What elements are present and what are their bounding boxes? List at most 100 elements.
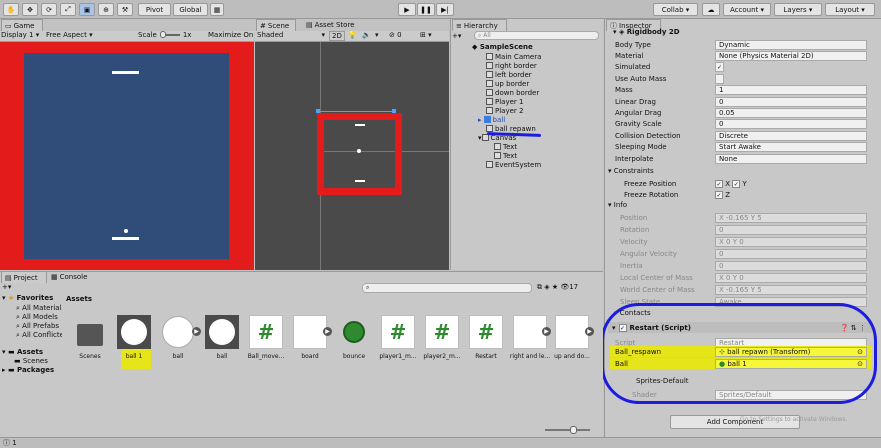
info-foldout[interactable]: ▾ Info <box>608 201 627 209</box>
fav-all-conflicted[interactable]: ⌕ All Conflicted <box>16 331 62 340</box>
project-search-input[interactable]: ⌕ <box>362 283 532 293</box>
snap-button[interactable]: ▦ <box>210 3 224 16</box>
favorites-node[interactable]: ▾ ★ Favorites <box>2 294 53 302</box>
field-value[interactable]: ✓ <box>715 62 724 73</box>
hierarchy-item-player-2[interactable]: Player 2 <box>450 106 602 115</box>
asset-ball-prefab[interactable]: ball <box>158 315 198 360</box>
shading-dropdown[interactable]: Shaded ▾ <box>257 31 325 39</box>
cloud-button[interactable]: ☁ <box>702 3 720 16</box>
layers-dropdown[interactable]: Layers ▾ <box>774 3 822 16</box>
tab-project[interactable]: ▤ Project <box>1 271 47 283</box>
prefab-expand-icon[interactable]: ▶ <box>192 327 201 336</box>
tab-scene[interactable]: # Scene <box>256 19 296 31</box>
audio-toggle-icon[interactable]: 🔈 <box>362 31 371 39</box>
project-create-button[interactable]: +▾ <box>2 283 11 291</box>
fav-all-prefabs[interactable]: ⌕ All Prefabs <box>16 322 62 331</box>
asset-player1-script[interactable]: # player1_m... <box>378 315 418 360</box>
up-down-expand-icon[interactable]: ▶ <box>585 327 594 336</box>
field-value[interactable]: Dynamic <box>715 39 867 50</box>
asset-right-and-left[interactable]: right and le... <box>510 315 550 360</box>
hierarchy-create-button[interactable]: +▾ <box>452 32 461 40</box>
asset-player2-script[interactable]: # player2_m... <box>422 315 462 360</box>
asset-ball-1[interactable]: ball 1 <box>114 315 154 360</box>
asset-bounce[interactable]: bounce <box>334 315 374 360</box>
account-dropdown[interactable]: Account ▾ <box>723 3 771 16</box>
asset-scenes-folder[interactable]: Scenes <box>70 315 110 360</box>
hand-tool-button[interactable]: ✋ <box>3 3 19 16</box>
move-tool-button[interactable]: ✥ <box>22 3 38 16</box>
constraints-foldout[interactable]: ▾ Constraints <box>608 167 654 175</box>
project-filter-icons[interactable]: ⧉ ◈ ★ 👁17 <box>537 283 578 292</box>
global-toggle[interactable]: Global <box>173 3 208 16</box>
asset-ball-movement-script[interactable]: # Ball_move... <box>246 315 286 360</box>
field-value[interactable]: 0 <box>715 119 867 130</box>
hierarchy-item-main-camera[interactable]: Main Camera <box>450 52 602 61</box>
lighting-toggle-icon[interactable]: 💡 <box>348 31 357 39</box>
game-viewport[interactable] <box>0 42 254 270</box>
hierarchy-item-ball[interactable]: ▸ ball <box>450 115 602 124</box>
scale-slider-thumb[interactable] <box>159 31 166 38</box>
hierarchy-item-left-border[interactable]: left border <box>450 70 602 79</box>
hierarchy-item-right-border[interactable]: right border <box>450 61 602 70</box>
fav-all-models[interactable]: ⌕ All Models <box>16 313 62 322</box>
hierarchy-item-text-1[interactable]: Text <box>450 142 602 151</box>
pause-button[interactable]: ❚❚ <box>417 3 435 16</box>
tab-console[interactable]: ▦ Console <box>48 271 94 283</box>
scale-slider-track[interactable] <box>159 31 180 38</box>
field-value[interactable]: None (Physics Material 2D) <box>715 50 867 61</box>
freeze-y-checkbox[interactable]: ✓ <box>732 179 741 188</box>
tab-asset-store[interactable]: ▤ Asset Store <box>303 19 363 31</box>
hierarchy-item-text-2[interactable]: Text <box>450 151 602 160</box>
hierarchy-item-event-system[interactable]: EventSystem <box>450 160 602 169</box>
asset-up-and-down[interactable]: up and do... <box>552 315 592 360</box>
hierarchy-item-up-border[interactable]: up border <box>450 79 602 88</box>
field-value[interactable]: 0.05 <box>715 107 867 118</box>
transform-tool-button[interactable]: ⊕ <box>98 3 114 16</box>
freeze-x-checkbox[interactable]: ✓ <box>715 179 723 188</box>
hierarchy-item-player-1[interactable]: Player 1 <box>450 97 602 106</box>
tab-hierarchy[interactable]: ≡ Hierarchy <box>452 19 507 31</box>
field-value[interactable]: None <box>715 153 867 164</box>
effects-dropdown[interactable]: ▾ <box>375 31 379 39</box>
field-value[interactable] <box>715 73 724 84</box>
hidden-layers-count[interactable]: ⊘ 0 <box>389 31 402 39</box>
hierarchy-item-scene[interactable]: ◆ SampleScene <box>450 42 602 51</box>
hierarchy-item-down-border[interactable]: down border <box>450 88 602 97</box>
layout-dropdown[interactable]: Layout ▾ <box>825 3 875 16</box>
slider-thumb[interactable] <box>570 426 577 434</box>
asset-restart-script[interactable]: # Restart <box>466 315 506 360</box>
packages-node[interactable]: ▸ ▬ Packages <box>2 366 54 374</box>
2d-toggle[interactable]: 2D <box>329 31 345 41</box>
scale-slider[interactable]: Scale 1x <box>138 31 191 39</box>
play-button[interactable]: ▶ <box>398 3 416 16</box>
field-value[interactable]: 1 <box>715 85 867 96</box>
board-expand-icon[interactable]: ▶ <box>323 327 332 336</box>
step-button[interactable]: ▶| <box>436 3 454 16</box>
freeze-z-checkbox[interactable]: ✓ <box>715 190 723 199</box>
aspect-dropdown[interactable]: Free Aspect ▾ <box>46 31 93 39</box>
field-value[interactable]: Discrete <box>715 130 867 141</box>
assets-node[interactable]: ▾ ▬ Assets <box>2 348 43 356</box>
asset-ball-sprite[interactable]: ball <box>202 315 242 360</box>
display-dropdown[interactable]: Display 1 ▾ <box>1 31 39 41</box>
hierarchy-search-input[interactable]: ⌕ All <box>474 31 599 40</box>
field-value[interactable]: Start Awake <box>715 142 867 153</box>
maximize-toggle[interactable]: Maximize On Pl <box>208 31 254 39</box>
fav-all-materials[interactable]: ⌕ All Materials <box>16 304 62 313</box>
rotate-tool-button[interactable]: ⟳ <box>41 3 57 16</box>
hierarchy-item-ball-repawn[interactable]: ball repawn <box>450 124 602 133</box>
pivot-toggle[interactable]: Pivot <box>138 3 171 16</box>
field-value[interactable]: 0 <box>715 96 867 107</box>
gizmo-grid-icon[interactable]: ⊞ ▾ <box>420 31 432 39</box>
scenes-node[interactable]: ▬ Scenes <box>14 357 48 365</box>
thumbnail-size-slider[interactable] <box>545 426 590 434</box>
right-left-expand-icon[interactable]: ▶ <box>542 327 551 336</box>
custom-tool-button[interactable]: ⚒ <box>117 3 133 16</box>
collab-dropdown[interactable]: Collab ▾ <box>653 3 698 16</box>
scale-tool-button[interactable]: ⤢ <box>60 3 76 16</box>
scene-viewport[interactable] <box>255 42 449 270</box>
rect-tool-button[interactable]: ▣ <box>79 3 95 16</box>
tab-game[interactable]: ▭ Game <box>1 19 43 31</box>
rigidbody-header[interactable]: ▾ ◈ Rigidbody 2D <box>607 28 872 37</box>
asset-board[interactable]: board <box>290 315 330 360</box>
